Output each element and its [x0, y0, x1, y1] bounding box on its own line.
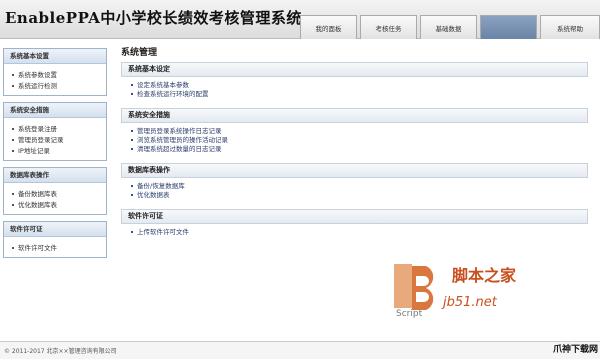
bullet-icon — [12, 74, 14, 76]
bullet-icon — [12, 150, 14, 152]
bullet-icon — [12, 247, 14, 249]
bullet-icon — [131, 130, 133, 132]
sidebar-group-title: 软件许可证 — [4, 222, 106, 237]
section-database: 数据库表操作 备份/恢复数据库 优化数据表 — [121, 163, 588, 204]
sidebar-group-title: 系统基本设置 — [4, 49, 106, 64]
link-browse-activity[interactable]: 浏览系统管理员的操作活动记录 — [131, 136, 588, 145]
tab-help[interactable]: 系统帮助 — [540, 15, 600, 39]
bullet-icon — [131, 93, 133, 95]
section-title: 数据库表操作 — [121, 163, 588, 178]
link-admin-op-log[interactable]: 管理员登录系统操作日志记录 — [131, 127, 588, 136]
sidebar-group-basic: 系统基本设置 系统参数设置 系统运行检测 — [3, 48, 107, 96]
link-backup-restore[interactable]: 备份/恢复数据库 — [131, 182, 588, 191]
bullet-icon — [12, 193, 14, 195]
link-check-env[interactable]: 检查系统运行环境的配置 — [131, 90, 588, 99]
sidebar-group-security: 系统安全措施 系统登录注册 管理员登录记录 IP地址记录 — [3, 102, 107, 161]
sidebar: 系统基本设置 系统参数设置 系统运行检测 系统安全措施 系统登录注册 管理员登录… — [3, 48, 107, 264]
tab-system-admin[interactable] — [480, 15, 537, 39]
tab-base-data[interactable]: 基础数据 — [420, 15, 477, 39]
section-security: 系统安全措施 管理员登录系统操作日志记录 浏览系统管理员的操作活动记录 清理系统… — [121, 108, 588, 158]
bullet-icon — [131, 185, 133, 187]
section-title: 系统基本设定 — [121, 62, 588, 77]
sidebar-item-params[interactable]: 系统参数设置 — [12, 70, 106, 81]
watermark-brand: 脚本之家 — [452, 266, 517, 285]
sidebar-group-license: 软件许可证 软件许可文件 — [3, 221, 107, 258]
bullet-icon — [131, 231, 133, 233]
link-clean-log[interactable]: 清理系统超过数量的日志记录 — [131, 145, 588, 154]
bullet-icon — [131, 148, 133, 150]
bullet-icon — [131, 194, 133, 196]
svg-text:Script: Script — [396, 309, 423, 318]
sidebar-group-database: 数据库表操作 备份数据库表 优化数据库表 — [3, 167, 107, 215]
app-title: EnablePPA中小学校长绩效考核管理系统 — [5, 9, 302, 27]
link-upload-license[interactable]: 上传软件许可文件 — [131, 228, 588, 237]
section-basic: 系统基本设定 设定系统基本参数 检查系统运行环境的配置 — [121, 62, 588, 103]
bullet-icon — [12, 128, 14, 130]
bullet-icon — [12, 85, 14, 87]
sidebar-item-admin-log[interactable]: 管理员登录记录 — [12, 135, 106, 146]
sidebar-item-license-file[interactable]: 软件许可文件 — [12, 243, 106, 254]
sidebar-group-title: 数据库表操作 — [4, 168, 106, 183]
bullet-icon — [12, 139, 14, 141]
top-tabs: 我的面板 考核任务 基础数据 系统帮助 — [297, 15, 600, 39]
bullet-icon — [12, 204, 14, 206]
sidebar-group-title: 系统安全措施 — [4, 103, 106, 118]
sidebar-item-backup[interactable]: 备份数据库表 — [12, 189, 106, 200]
tab-my-panel[interactable]: 我的面板 — [300, 15, 357, 39]
link-set-params[interactable]: 设定系统基本参数 — [131, 81, 588, 90]
section-license: 软件许可证 上传软件许可文件 — [121, 209, 588, 241]
sidebar-item-ip-log[interactable]: IP地址记录 — [12, 146, 106, 157]
corner-watermark: 爪神下载网 — [552, 345, 598, 355]
watermark-logo: Script — [394, 264, 434, 318]
page-title: 系统管理 — [121, 48, 158, 58]
tab-tasks[interactable]: 考核任务 — [360, 15, 417, 39]
watermark-url: jb51.net — [443, 295, 497, 310]
copyright-text: © 2011-2017 北京××管理咨询有限公司 — [4, 348, 117, 355]
section-title: 系统安全措施 — [121, 108, 588, 123]
bullet-icon — [131, 139, 133, 141]
sidebar-item-optimize[interactable]: 优化数据库表 — [12, 200, 106, 211]
sidebar-item-runcheck[interactable]: 系统运行检测 — [12, 81, 106, 92]
section-title: 软件许可证 — [121, 209, 588, 224]
footer: © 2011-2017 北京××管理咨询有限公司 — [0, 341, 600, 359]
sidebar-item-login-reg[interactable]: 系统登录注册 — [12, 124, 106, 135]
main-content: 系统管理 系统基本设定 设定系统基本参数 检查系统运行环境的配置 系统安全措施 … — [121, 44, 588, 246]
app-header: EnablePPA中小学校长绩效考核管理系统 我的面板 考核任务 基础数据 系统… — [0, 0, 600, 39]
link-optimize-table[interactable]: 优化数据表 — [131, 191, 588, 200]
bullet-icon — [131, 84, 133, 86]
